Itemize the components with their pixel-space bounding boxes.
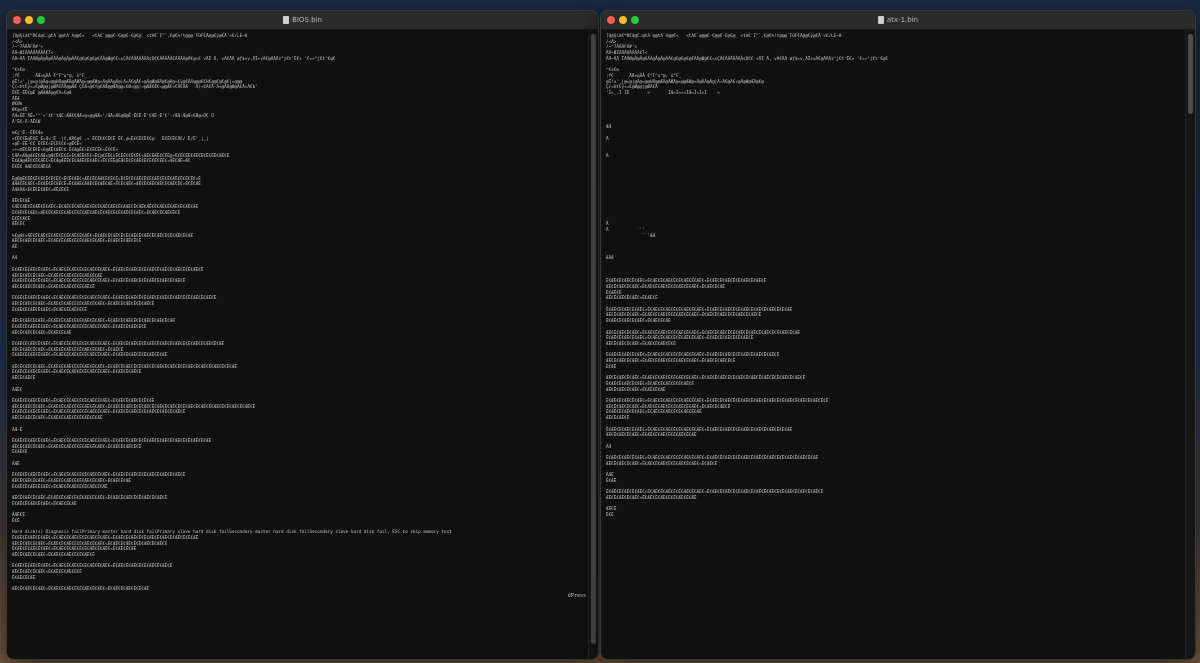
document-icon bbox=[283, 16, 290, 24]
scroll-thumb[interactable] bbox=[1188, 34, 1193, 114]
titlebar[interactable]: atx-1.bin bbox=[601, 11, 1195, 30]
file-content[interactable]: [Q@§iâ€™R€d@C:@tA`@@tA`A@@€< <tA€`@@@€-€… bbox=[601, 30, 1186, 659]
vertical-scrollbar[interactable] bbox=[588, 30, 598, 659]
window-title-text: BIOS.bin bbox=[292, 16, 322, 24]
window-title-text: atx-1.bin bbox=[886, 16, 919, 24]
vertical-scrollbar[interactable] bbox=[1185, 30, 1195, 659]
window-title: atx-1.bin bbox=[877, 16, 919, 24]
zoom-button[interactable] bbox=[631, 16, 639, 24]
close-button[interactable] bbox=[607, 16, 615, 24]
document-icon bbox=[877, 16, 884, 24]
minimize-button[interactable] bbox=[619, 16, 627, 24]
text-line: ÆË€Ë€ÆË€Ë€ÆË€«Ë€ÆË€Ë€ÆË€Ë€Ë€ÆË€Ë€ÆË€«Ë€Æ… bbox=[12, 587, 150, 593]
hex-viewer-window-bios[interactable]: BIOS.bin [Q@§iâ€™R€d@C:@tA`@@tA`A@@€< <t… bbox=[6, 10, 599, 660]
hex-viewer-window-atx[interactable]: atx-1.bin [Q@§iâ€™R€d@C:@tA`@@tA`A@@€< <… bbox=[600, 10, 1196, 660]
minimize-button[interactable] bbox=[25, 16, 33, 24]
zoom-button[interactable] bbox=[37, 16, 45, 24]
window-controls bbox=[607, 16, 639, 24]
window-title: BIOS.bin bbox=[283, 16, 322, 24]
footnote-text: ©Press bbox=[567, 593, 586, 599]
close-button[interactable] bbox=[13, 16, 21, 24]
window-controls bbox=[13, 16, 45, 24]
scroll-thumb[interactable] bbox=[591, 34, 596, 644]
text-line bbox=[606, 519, 1181, 525]
file-content[interactable]: [Q@§iâ€™R€d@C:@tA`@@tA`A@@€< <tA€`@@@€-€… bbox=[7, 30, 589, 659]
titlebar[interactable]: BIOS.bin bbox=[7, 11, 598, 30]
